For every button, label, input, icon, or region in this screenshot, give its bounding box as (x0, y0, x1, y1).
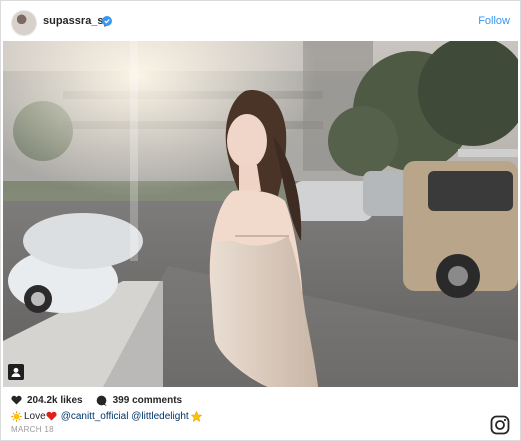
heart-icon[interactable] (11, 395, 22, 405)
caption-love-text: Love (24, 410, 46, 422)
comment-icon[interactable] (96, 395, 107, 406)
likes-count[interactable]: 204.2k likes (27, 395, 83, 406)
avatar[interactable] (11, 10, 37, 36)
username[interactable]: supassra_sp (43, 15, 110, 27)
sun-emoji-icon (11, 410, 22, 422)
caption: Love @canitt_official @littledelight (11, 409, 202, 423)
instagram-embed-card: supassra_sp Follow 204.2k likes 399 comm… (0, 0, 521, 441)
mention-canitt-official[interactable]: @canitt_official (61, 411, 129, 422)
follow-button[interactable]: Follow (478, 15, 510, 27)
post-photo[interactable] (3, 41, 518, 387)
post-header: supassra_sp Follow (1, 1, 520, 41)
star-emoji-icon (190, 410, 202, 422)
user-tag-icon[interactable] (8, 364, 24, 380)
post-date: MARCH 18 (11, 425, 54, 434)
red-heart-emoji-icon (46, 411, 57, 421)
verified-badge-icon (102, 16, 112, 26)
comments-count[interactable]: 399 comments (113, 395, 182, 406)
mention-littledelight[interactable]: @littledelight (131, 411, 188, 422)
engagement-row: 204.2k likes 399 comments (11, 393, 182, 407)
instagram-logo-icon[interactable] (490, 415, 510, 435)
